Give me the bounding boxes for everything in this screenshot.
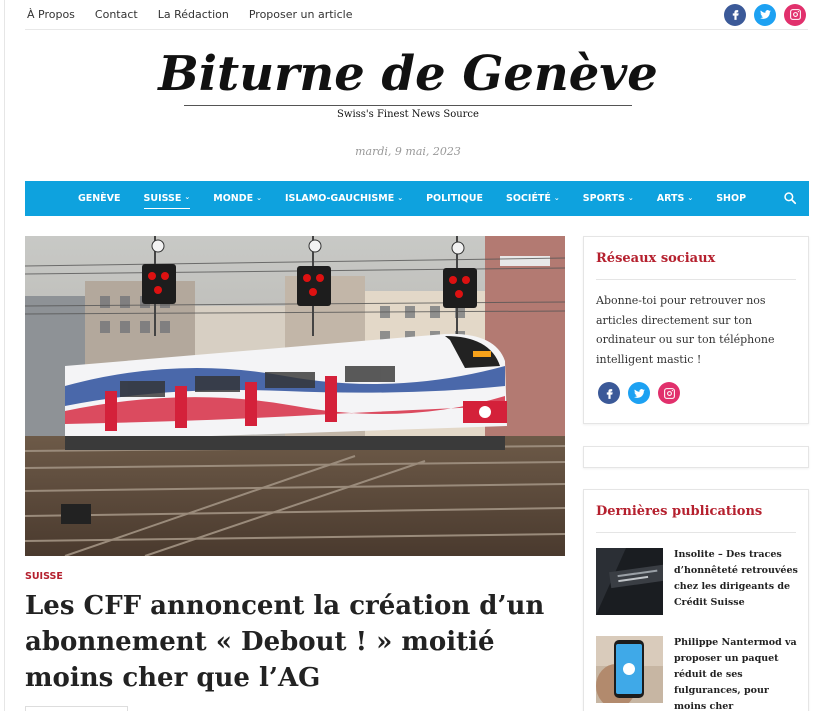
social-widget-icons [598,382,794,404]
nav-item-label: ISLAMO-GAUCHISME [284,193,395,204]
twitter-icon[interactable] [754,3,776,26]
nav-item[interactable]: GENÈVE [78,189,121,209]
nav-item-label: SPORTS [582,193,625,204]
main-navigation: GENÈVE SUISSE ⌄ MONDE ⌄ ISLAMO-GAUCHISME ⌄ POLI… [25,181,809,216]
nav-item-label: MONDE [213,193,254,204]
article-featured-image[interactable] [25,236,565,556]
chevron-down-icon: ⌄ [184,193,191,201]
nav-item[interactable]: SOCIÉTÉ ⌄ [506,189,560,209]
nav-item[interactable]: SUISSE ⌄ [143,189,191,209]
facebook-icon[interactable] [598,382,620,404]
nav-item-label: SUISSE [143,192,182,204]
chevron-down-icon: ⌄ [687,193,694,202]
nav-item[interactable]: SPORTS ⌄ [583,189,634,209]
top-bar: À Propos Contact La Rédaction Proposer u… [25,0,808,30]
top-link-redaction[interactable]: La Rédaction [158,8,229,21]
article-headline[interactable]: Les CFF annoncent la création d’un abonn… [25,588,565,696]
twitter-icon[interactable] [628,382,650,404]
nav-item[interactable]: ISLAMO-GAUCHISME ⌄ [285,189,403,209]
nav-item-label: ARTS [656,193,685,204]
post-thumbnail[interactable] [596,636,663,703]
nav-item-label: GENÈVE [77,193,121,204]
current-date: mardi, 9 mai, 2023 [355,145,461,158]
nav-item-label: POLITIQUE [426,193,484,204]
top-social-icons [724,3,806,26]
post-title[interactable]: Philippe Nantermod va proposer un paquet… [674,635,802,711]
chevron-down-icon: ⌄ [256,193,262,202]
chevron-down-icon: ⌄ [553,193,560,202]
post-title[interactable]: Insolite – Des traces d’honnêteté retrou… [674,547,802,615]
top-link-contact[interactable]: Contact [95,8,138,21]
nav-item[interactable]: POLITIQUE [426,189,483,209]
search-icon[interactable] [783,191,797,205]
article-category[interactable]: SUISSE [25,571,63,582]
latest-posts-title: Dernières publications [596,504,796,533]
top-link-a-propos[interactable]: À Propos [27,8,75,21]
facebook-icon[interactable] [724,3,746,26]
nav-item-label: SHOP [716,193,747,204]
nav-menu: GENÈVE SUISSE ⌄ MONDE ⌄ ISLAMO-GAUCHISME ⌄ POLI… [78,189,746,209]
nav-item-label: SOCIÉTÉ [506,193,551,204]
instagram-icon[interactable] [658,382,680,404]
site-branding: Biturne de Genève Swiss's Finest News So… [0,44,816,120]
site-title[interactable]: Biturne de Genève [0,44,816,104]
latest-posts-widget: Dernières publications Insolite – Des tr… [583,489,809,711]
article-meta-box [25,706,128,711]
instagram-icon[interactable] [784,3,806,26]
post-thumbnail[interactable] [596,548,663,615]
latest-post[interactable]: Insolite – Des traces d’honnêteté retrou… [596,548,802,615]
top-links: À Propos Contact La Rédaction Proposer u… [27,8,352,21]
nav-item[interactable]: SHOP [716,189,746,209]
chevron-down-icon: ⌄ [627,193,634,202]
latest-post[interactable]: Philippe Nantermod va proposer un paquet… [596,636,802,711]
top-link-proposer-article[interactable]: Proposer un article [249,8,353,21]
social-widget: Réseaux sociaux Abonne-toi pour retrouve… [583,236,809,424]
nav-item[interactable]: MONDE ⌄ [213,189,262,209]
chevron-down-icon: ⌄ [397,193,404,202]
social-widget-title: Réseaux sociaux [596,251,796,280]
site-tagline: Swiss's Finest News Source [337,109,479,120]
title-underline [184,105,632,106]
empty-widget [583,446,809,468]
nav-item[interactable]: ARTS ⌄ [657,189,693,209]
social-widget-text: Abonne-toi pour retrouver nos articles d… [596,294,775,366]
